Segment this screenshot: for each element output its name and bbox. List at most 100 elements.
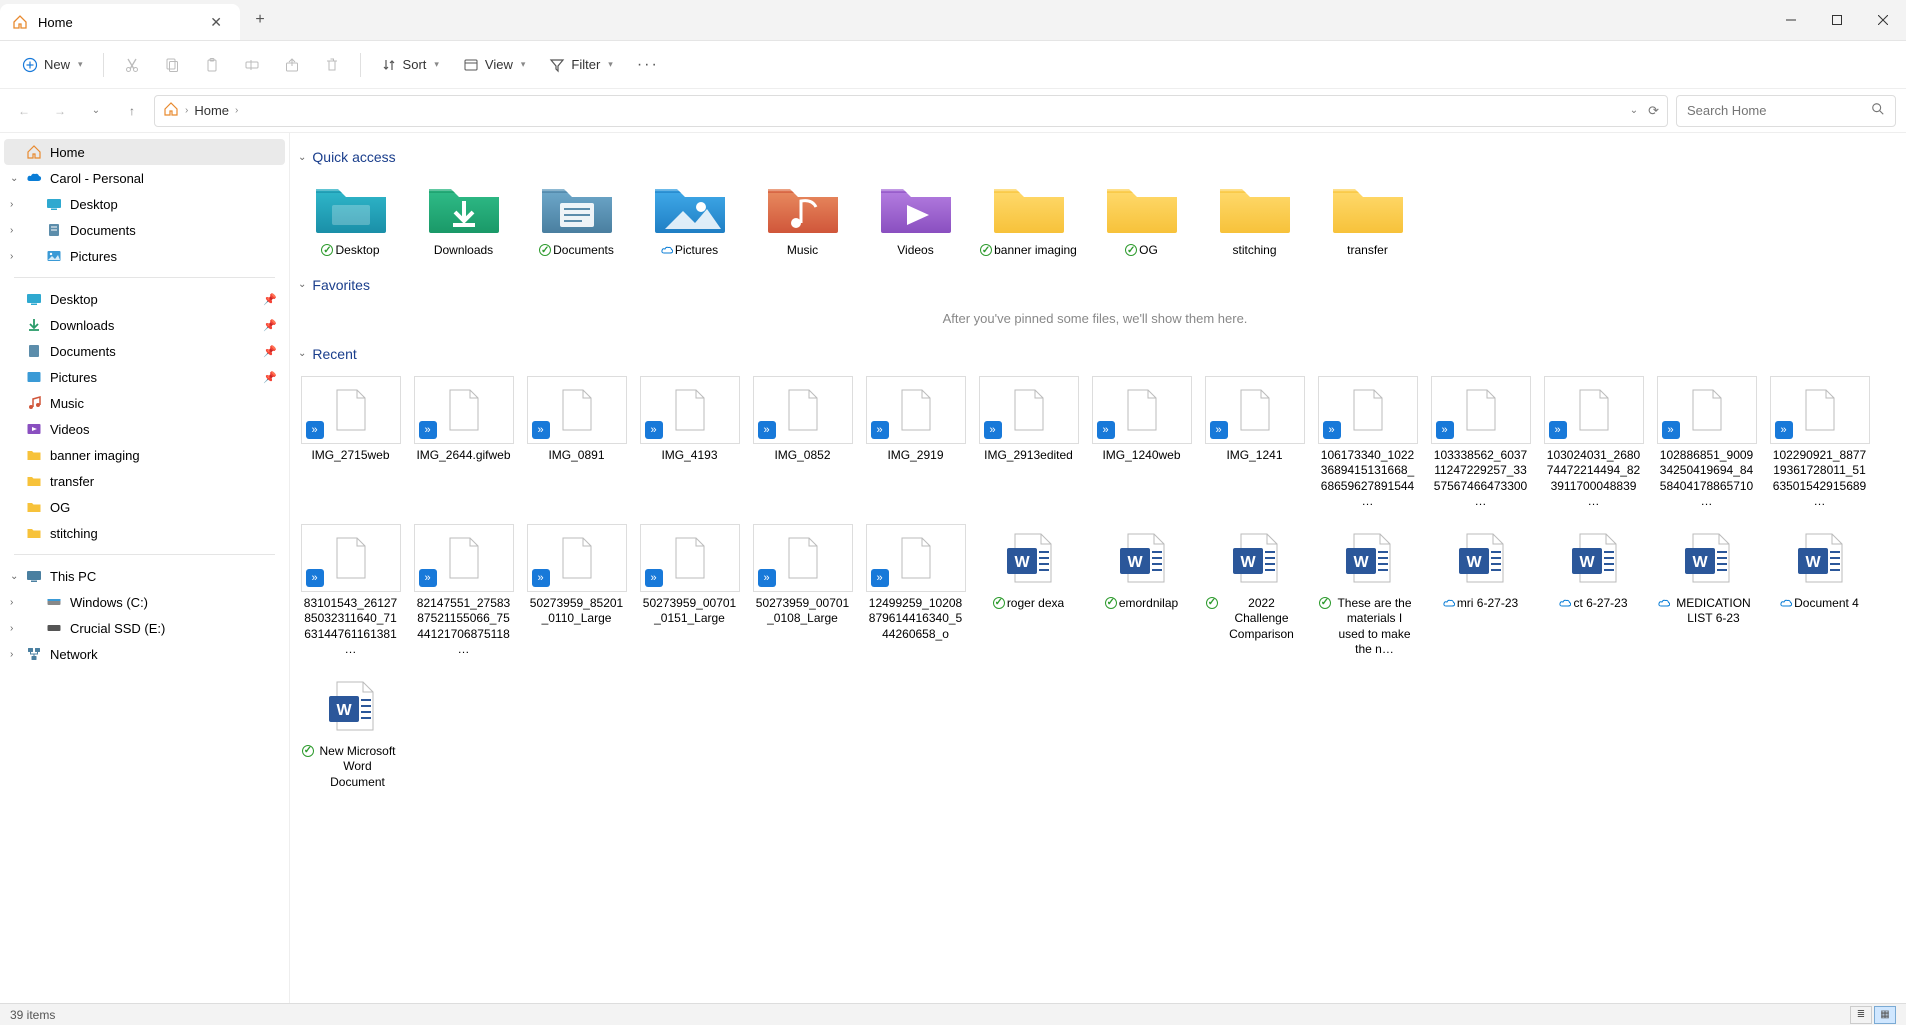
- refresh-button[interactable]: ⟳: [1648, 103, 1659, 119]
- recent-item[interactable]: »IMG_2644.gifweb: [411, 372, 516, 512]
- recent-item[interactable]: »50273959_00701_0108_Large: [750, 520, 855, 660]
- pin-icon[interactable]: 📌: [263, 319, 277, 332]
- quick-access-item[interactable]: Pictures: [637, 175, 742, 263]
- sidebar-item-pictures[interactable]: Pictures 📌: [4, 364, 285, 390]
- quick-access-item[interactable]: OG: [1089, 175, 1194, 263]
- recent-item[interactable]: »IMG_2919: [863, 372, 968, 512]
- chevron-down-icon[interactable]: ⌄: [10, 173, 18, 184]
- sidebar-item-documents[interactable]: Documents 📌: [4, 338, 285, 364]
- new-tab-button[interactable]: +: [240, 0, 280, 40]
- sort-button[interactable]: Sort ▾: [371, 51, 449, 79]
- sidebar-item-onedrive[interactable]: ⌄ Carol - Personal: [4, 165, 285, 191]
- recent-item[interactable]: W MEDICATION LIST 6-23: [1654, 520, 1759, 660]
- chevron-right-icon[interactable]: ›: [10, 225, 13, 236]
- address-dropdown-button[interactable]: ⌄: [1630, 105, 1638, 116]
- quick-access-item[interactable]: Downloads: [411, 175, 516, 263]
- recent-item[interactable]: »102886851_900934250419694_8458404178865…: [1654, 372, 1759, 512]
- tab-home[interactable]: Home ✕: [0, 4, 240, 40]
- recent-item[interactable]: »IMG_1241: [1202, 372, 1307, 512]
- recent-item[interactable]: »12499259_10208879614416340_544260658_o: [863, 520, 968, 660]
- section-header-favorites[interactable]: ⌄ Favorites: [298, 277, 1892, 293]
- quick-access-item[interactable]: banner imaging: [976, 175, 1081, 263]
- chevron-right-icon[interactable]: ›: [185, 105, 188, 116]
- recent-item[interactable]: »IMG_0891: [524, 372, 629, 512]
- paste-button[interactable]: [194, 51, 230, 79]
- icons-view-button[interactable]: ▦: [1874, 1006, 1896, 1024]
- address-bar[interactable]: › Home › ⌄ ⟳: [154, 95, 1668, 127]
- chevron-right-icon[interactable]: ›: [235, 105, 238, 116]
- sidebar-item-od-documents[interactable]: › Documents: [4, 217, 285, 243]
- search-icon[interactable]: [1871, 102, 1885, 119]
- search-input[interactable]: [1687, 103, 1871, 118]
- quick-access-item[interactable]: Videos: [863, 175, 968, 263]
- rename-button[interactable]: [234, 51, 270, 79]
- recent-item[interactable]: W emordnilap: [1089, 520, 1194, 660]
- breadcrumb-segment[interactable]: Home: [194, 103, 229, 118]
- quick-access-item[interactable]: Music: [750, 175, 855, 263]
- chevron-right-icon[interactable]: ›: [10, 199, 13, 210]
- recent-item[interactable]: »83101543_2612785032311640_7163144761161…: [298, 520, 403, 660]
- recent-item[interactable]: »IMG_2715web: [298, 372, 403, 512]
- close-window-button[interactable]: [1860, 0, 1906, 40]
- chevron-right-icon[interactable]: ›: [10, 251, 13, 262]
- recent-item[interactable]: W roger dexa: [976, 520, 1081, 660]
- sidebar-item-od-desktop[interactable]: › Desktop: [4, 191, 285, 217]
- section-header-recent[interactable]: ⌄ Recent: [298, 346, 1892, 362]
- sidebar-item-network[interactable]: › Network: [4, 641, 285, 667]
- recent-item[interactable]: »IMG_0852: [750, 372, 855, 512]
- more-button[interactable]: ···: [627, 50, 669, 80]
- recent-item[interactable]: »102290921_887719361728011_5163501542915…: [1767, 372, 1872, 512]
- recent-item[interactable]: W New Microsoft Word Document: [298, 668, 403, 795]
- search-box[interactable]: [1676, 95, 1896, 127]
- recent-item[interactable]: W mri 6-27-23: [1428, 520, 1533, 660]
- recent-item[interactable]: »IMG_1240web: [1089, 372, 1194, 512]
- quick-access-item[interactable]: stitching: [1202, 175, 1307, 263]
- pin-icon[interactable]: 📌: [263, 371, 277, 384]
- forward-button[interactable]: →: [46, 97, 74, 125]
- recent-item[interactable]: W 2022 Challenge Comparison: [1202, 520, 1307, 660]
- recent-item[interactable]: W These are the materials I used to make…: [1315, 520, 1420, 660]
- sidebar-item-home[interactable]: Home: [4, 139, 285, 165]
- sidebar-item-videos[interactable]: Videos: [4, 416, 285, 442]
- sidebar-item-drive-c[interactable]: › Windows (C:): [4, 589, 285, 615]
- copy-button[interactable]: [154, 51, 190, 79]
- sidebar-item-od-pictures[interactable]: › Pictures: [4, 243, 285, 269]
- chevron-right-icon[interactable]: ›: [10, 623, 13, 634]
- chevron-right-icon[interactable]: ›: [10, 597, 13, 608]
- sidebar-item-this-pc[interactable]: ⌄ This PC: [4, 563, 285, 589]
- sidebar-item-stitching[interactable]: stitching: [4, 520, 285, 546]
- quick-access-item[interactable]: transfer: [1315, 175, 1420, 263]
- recent-item[interactable]: »50273959_85201_0110_Large: [524, 520, 629, 660]
- back-button[interactable]: ←: [10, 97, 38, 125]
- maximize-button[interactable]: [1814, 0, 1860, 40]
- sidebar-item-desktop[interactable]: Desktop 📌: [4, 286, 285, 312]
- recent-item[interactable]: »82147551_2758387521155066_7544121706875…: [411, 520, 516, 660]
- quick-access-item[interactable]: Desktop: [298, 175, 403, 263]
- details-view-button[interactable]: ≣: [1850, 1006, 1872, 1024]
- sidebar-item-transfer[interactable]: transfer: [4, 468, 285, 494]
- pin-icon[interactable]: 📌: [263, 293, 277, 306]
- delete-button[interactable]: [314, 51, 350, 79]
- view-button[interactable]: View ▾: [453, 51, 535, 79]
- sidebar-item-downloads[interactable]: Downloads 📌: [4, 312, 285, 338]
- recent-item[interactable]: »IMG_2913edited: [976, 372, 1081, 512]
- section-header-quick-access[interactable]: ⌄ Quick access: [298, 149, 1892, 165]
- recent-item[interactable]: »106173340_10223689415131668_68659627891…: [1315, 372, 1420, 512]
- close-tab-button[interactable]: ✕: [204, 12, 228, 33]
- recent-locations-button[interactable]: ⌄: [82, 97, 110, 125]
- sidebar-item-music[interactable]: Music: [4, 390, 285, 416]
- chevron-right-icon[interactable]: ›: [10, 649, 13, 660]
- sidebar-item-og[interactable]: OG: [4, 494, 285, 520]
- share-button[interactable]: [274, 51, 310, 79]
- sidebar-item-drive-e[interactable]: › Crucial SSD (E:): [4, 615, 285, 641]
- recent-item[interactable]: »103338562_603711247229257_3357567466473…: [1428, 372, 1533, 512]
- minimize-button[interactable]: [1768, 0, 1814, 40]
- recent-item[interactable]: »IMG_4193: [637, 372, 742, 512]
- recent-item[interactable]: »50273959_00701_0151_Large: [637, 520, 742, 660]
- pin-icon[interactable]: 📌: [263, 345, 277, 358]
- cut-button[interactable]: [114, 51, 150, 79]
- up-button[interactable]: ↑: [118, 97, 146, 125]
- recent-item[interactable]: »103024031_268074472214494_8239117000488…: [1541, 372, 1646, 512]
- sidebar-item-banner-imaging[interactable]: banner imaging: [4, 442, 285, 468]
- chevron-down-icon[interactable]: ⌄: [10, 571, 18, 582]
